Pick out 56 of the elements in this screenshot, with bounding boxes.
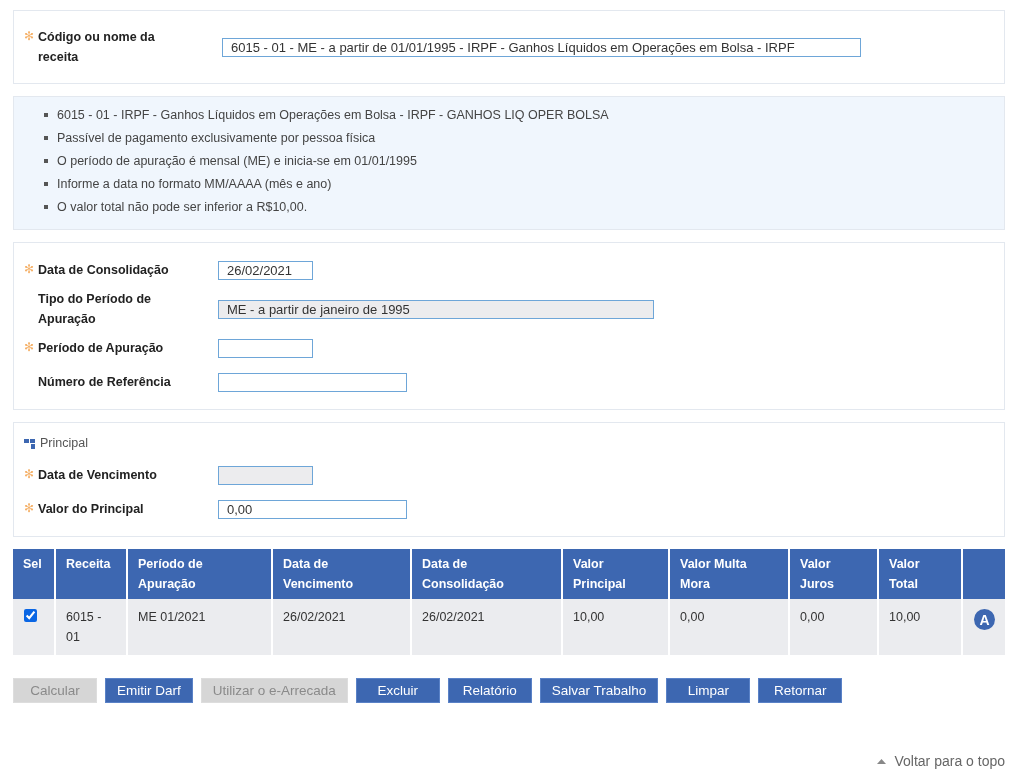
column-header: Valor Total: [878, 549, 962, 599]
bullet-icon: [44, 205, 48, 209]
info-text: O período de apuração é mensal (ME) e inicia-se em 01/01/1995: [57, 153, 417, 170]
bullet-icon: [44, 182, 48, 186]
column-header: Sel: [13, 549, 55, 599]
input-field[interactable]: 26/02/2021: [218, 260, 313, 280]
column-header: Receita: [55, 549, 127, 599]
field-label: Data de Consolidação: [38, 262, 169, 279]
required-mark: ✻: [24, 466, 35, 483]
required-mark: ✻: [24, 261, 35, 278]
info-text: 6015 - 01 - IRPF - Ganhos Líquidos em Operações em Bolsa - IRPF - GANHOS LIQ OPER BOLSA: [57, 107, 609, 124]
info-text: O valor total não pode ser inferior a R$10,00.: [57, 199, 308, 216]
action-button[interactable]: Relatório: [447, 678, 532, 703]
input-field[interactable]: [218, 338, 313, 358]
table-cell: 26/02/2021: [411, 599, 562, 655]
bullet-icon: [44, 159, 48, 163]
field-label: Período de Apuração: [38, 340, 164, 357]
action-button[interactable]: Limpar: [666, 678, 751, 703]
action-button[interactable]: Retornar: [758, 678, 843, 703]
table-cell: 6015 - 01: [55, 599, 127, 655]
bullet-icon: [44, 136, 48, 140]
column-header: Valor Juros: [789, 549, 878, 599]
table-cell: 10,00: [878, 599, 962, 655]
table-cell: 10,00: [562, 599, 669, 655]
field-label: Código ou nome da receita: [38, 29, 156, 66]
required-mark: ✻: [24, 28, 35, 45]
required-mark: ✻: [24, 339, 35, 356]
action-button[interactable]: Emitir Darf: [105, 678, 193, 703]
field-label: Data de Vencimento: [38, 467, 157, 484]
table-cell: ME 01/2021: [127, 599, 272, 655]
table-cell: 26/02/2021: [272, 599, 411, 655]
info-text: Passível de pagamento exclusivamente por pessoa física: [57, 130, 376, 147]
field-label: Número de Referência: [38, 374, 171, 391]
table-cell: 0,00: [789, 599, 878, 655]
input-field[interactable]: [218, 372, 407, 392]
input-field[interactable]: 0,00: [218, 499, 407, 519]
action-button[interactable]: Excluir: [355, 678, 440, 703]
bullet-icon: [44, 113, 48, 117]
field-label: Tipo do Período de Apuração: [38, 291, 152, 328]
back-to-top-link[interactable]: Voltar para o topo: [877, 753, 1005, 769]
action-button[interactable]: Salvar Trabalho: [539, 678, 659, 703]
caret-up-icon: [877, 758, 887, 764]
action-badge[interactable]: A: [974, 609, 995, 630]
column-header: Período de Apuração: [127, 549, 272, 599]
column-header: Valor Principal: [562, 549, 669, 599]
table-cell: 0,00: [669, 599, 789, 655]
row-checkbox[interactable]: [24, 609, 37, 622]
section-title: Principal: [40, 436, 88, 450]
column-header: Data de Vencimento: [272, 549, 411, 599]
blocks-icon: [24, 437, 36, 449]
required-mark: ✻: [24, 500, 35, 517]
column-header: Valor Multa Mora: [669, 549, 789, 599]
info-text: Informe a data no formato MM/AAAA (mês e ano): [57, 176, 332, 193]
column-header: Data de Consolidação: [411, 549, 562, 599]
input-field[interactable]: 6015 - 01 - ME - a partir de 01/01/1995 - IRPF - Ganhos Líquidos em Operações em Bolsa - IRPF: [222, 37, 861, 57]
field-label: Valor do Principal: [38, 501, 144, 518]
